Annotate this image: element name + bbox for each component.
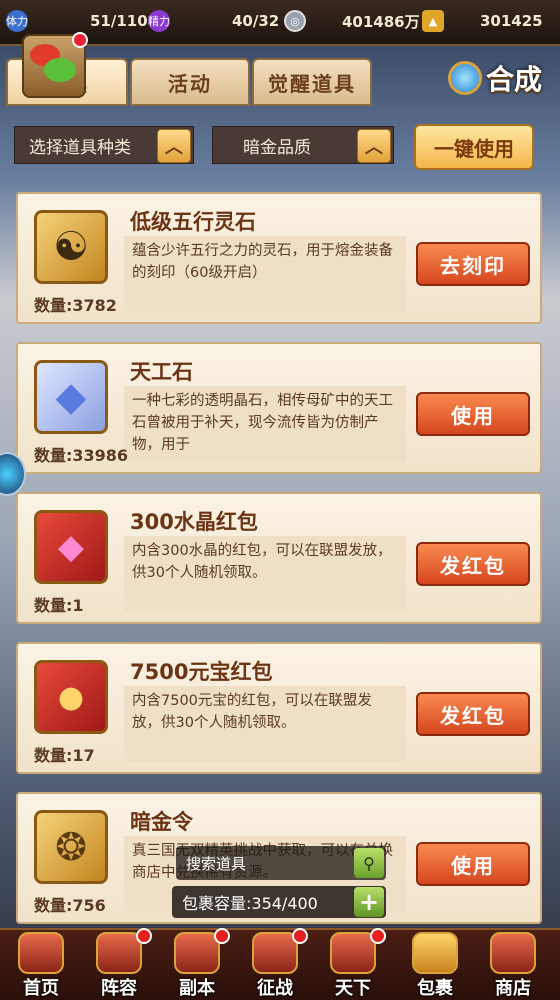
gold-ingot-icon: ▲ <box>422 10 444 32</box>
flag-icon <box>330 932 376 974</box>
chevron-up-icon[interactable]: ︿ <box>357 129 391 163</box>
synthesize-button[interactable]: 合成 <box>448 54 548 102</box>
notification-dot <box>370 928 386 944</box>
nav-label: 天下 <box>335 978 371 999</box>
nav-world[interactable]: 天下 <box>316 928 390 1000</box>
item-desc: 内含7500元宝的红包，可以在联盟发放，供30个人随机领取。 <box>124 686 406 762</box>
coins-icon <box>490 932 536 974</box>
energy-icon: 精力 <box>148 10 170 32</box>
bottom-nav: 首页 阵容 副本 征战 天下 包裹 商店 <box>0 928 560 1000</box>
item-card: ☯ 低级五行灵石 蕴含少许五行之力的灵石，用于熔金装备的刻印（60级开启） 数量… <box>16 192 542 324</box>
item-qty: 数量:17 <box>34 746 95 765</box>
bag-capacity: 包裹容量:354/400 + <box>172 886 386 918</box>
item-desc: 一种七彩的透明晶石，相传母矿中的天工石曾被用于补天，现今流传皆为仿制产物，用于 <box>124 386 406 462</box>
item-name: 低级五行灵石 <box>130 210 256 234</box>
silver-coin-icon: ◎ <box>284 10 306 32</box>
nav-campaign[interactable]: 征战 <box>238 928 312 1000</box>
gold-value: 301425 <box>480 12 543 30</box>
energy-resource[interactable]: 精力 40/32 <box>148 8 279 34</box>
target-icon <box>252 932 298 974</box>
lineup-banner-icon <box>96 932 142 974</box>
gold-resource[interactable]: ▲ 301425 <box>422 8 543 34</box>
item-name: 7500元宝红包 <box>130 660 273 684</box>
item-qty: 数量:3782 <box>34 296 117 315</box>
silver-resource[interactable]: ◎ 401486万 <box>284 8 420 34</box>
nav-label: 商店 <box>495 978 531 999</box>
quality-filter[interactable]: 暗金品质 ︿ <box>212 126 394 164</box>
synthesize-label: 合成 <box>486 63 543 96</box>
search-bar[interactable]: 搜索道具 ⚲ <box>176 846 386 880</box>
nav-label: 阵容 <box>101 978 137 999</box>
search-icon[interactable]: ⚲ <box>354 848 384 878</box>
search-input[interactable]: 搜索道具 <box>186 853 246 874</box>
send-red-envelope-button[interactable]: 发红包 <box>416 542 530 586</box>
item-desc: 蕴含少许五行之力的灵石，用于熔金装备的刻印（60级开启） <box>124 236 406 312</box>
item-name: 300水晶红包 <box>130 510 258 534</box>
nav-dungeon[interactable]: 副本 <box>160 928 234 1000</box>
item-qty: 数量:33986 <box>34 446 129 465</box>
item-desc: 内含300水晶的红包，可以在联盟发放，供30个人随机领取。 <box>124 536 406 612</box>
nav-home[interactable]: 首页 <box>4 930 78 1000</box>
nav-label: 征战 <box>257 978 293 999</box>
crystal-stone-icon[interactable]: ◆ <box>34 360 108 434</box>
item-qty: 数量:1 <box>34 596 84 615</box>
expand-capacity-icon[interactable]: + <box>354 887 384 917</box>
synthesize-gem-icon <box>448 61 482 95</box>
item-type-label: 选择道具种类 <box>29 137 131 158</box>
stamina-icon: 体力 <box>6 10 28 32</box>
chevron-up-icon[interactable]: ︿ <box>157 129 191 163</box>
notification-dot <box>136 928 152 944</box>
dark-gold-token-icon[interactable]: ❂ <box>34 810 108 884</box>
silver-value: 401486万 <box>342 12 420 31</box>
send-red-envelope-button[interactable]: 发红包 <box>416 692 530 736</box>
item-card: ◆ 天工石 一种七彩的透明晶石，相传母矿中的天工石曾被用于补天，现今流传皆为仿制… <box>16 342 542 474</box>
crossed-swords-icon <box>174 932 220 974</box>
nav-label: 副本 <box>179 978 215 999</box>
item-qty: 数量:756 <box>34 896 106 915</box>
notification-dot <box>292 928 308 944</box>
chat-button[interactable] <box>22 32 88 98</box>
nav-label: 包裹 <box>417 978 453 999</box>
red-envelope-ingot-icon[interactable]: ● <box>34 660 108 734</box>
notification-dot <box>72 32 88 48</box>
bag-icon <box>412 932 458 974</box>
nav-shop[interactable]: 商店 <box>476 930 550 1000</box>
nav-lineup[interactable]: 阵容 <box>82 928 156 1000</box>
energy-value: 40/32 <box>232 12 280 30</box>
yin-yang-stone-icon[interactable]: ☯ <box>34 210 108 284</box>
chat-bubble-green-icon <box>44 58 76 82</box>
red-envelope-crystal-icon[interactable]: ◆ <box>34 510 108 584</box>
item-name: 天工石 <box>130 360 193 384</box>
nav-bag[interactable]: 包裹 <box>398 930 472 1000</box>
stamina-resource[interactable]: 体力 51/110 <box>6 8 148 34</box>
notification-dot <box>214 928 230 944</box>
engrave-button[interactable]: 去刻印 <box>416 242 530 286</box>
nav-label: 首页 <box>23 978 59 999</box>
one-key-use-button[interactable]: 一键使用 <box>414 124 534 170</box>
use-button[interactable]: 使用 <box>416 842 530 886</box>
bag-capacity-label: 包裹容量:354/400 <box>182 894 318 913</box>
item-card: ● 7500元宝红包 内含7500元宝的红包，可以在联盟发放，供30个人随机领取… <box>16 642 542 774</box>
item-name: 暗金令 <box>130 810 193 834</box>
item-type-filter[interactable]: 选择道具种类 ︿ <box>14 126 194 164</box>
quality-label: 暗金品质 <box>243 137 311 158</box>
item-card: ◆ 300水晶红包 内含300水晶的红包，可以在联盟发放，供30个人随机领取。 … <box>16 492 542 624</box>
tab-activity[interactable]: 活动 <box>130 58 250 106</box>
stamina-value: 51/110 <box>90 12 148 30</box>
palace-icon <box>18 932 64 974</box>
use-button[interactable]: 使用 <box>416 392 530 436</box>
tab-awakening-items[interactable]: 觉醒道具 <box>252 58 372 106</box>
